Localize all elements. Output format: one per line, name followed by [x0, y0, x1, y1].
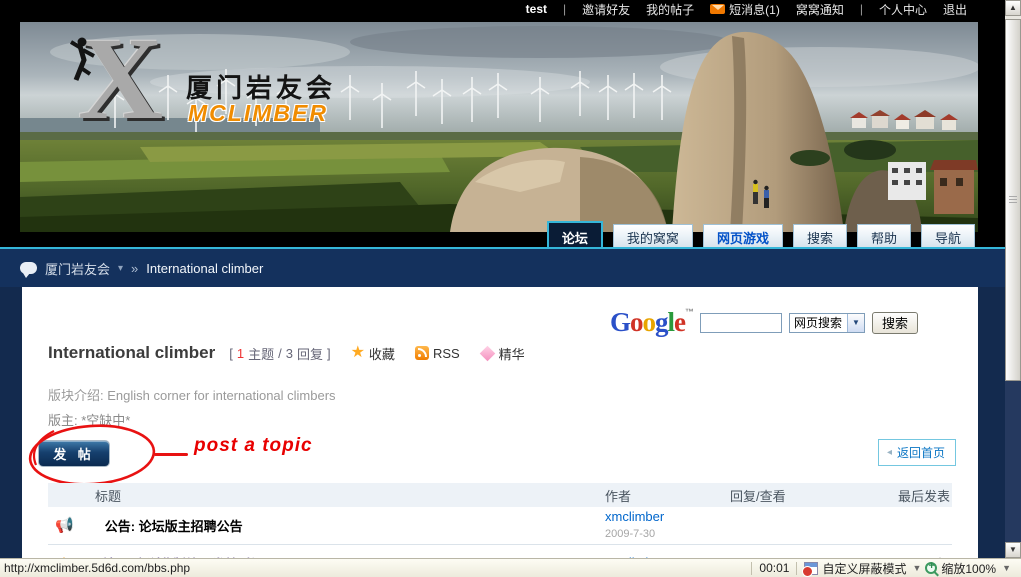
separator: | — [563, 2, 566, 16]
favorite-link[interactable]: ★ 收藏 — [351, 344, 395, 363]
chevron-down-icon[interactable]: ▼ — [1002, 563, 1011, 573]
announcement-icon: 📢 — [55, 518, 74, 533]
block-mode-control[interactable]: 自定义屏蔽模式 ▼ — [804, 560, 925, 577]
banner: X 厦门岩友会 MCLIMBER 论坛 我的窝窝 网页游戏 搜索 帮助 导航 — [0, 18, 1005, 247]
tab-navigation[interactable]: 导航 — [921, 224, 975, 247]
tab-help[interactable]: 帮助 — [857, 224, 911, 247]
table-header-row: 标题 作者 回复/查看 最后发表 — [48, 483, 952, 507]
reply-count: 3 — [286, 346, 293, 361]
status-timer: 00:01 — [759, 561, 789, 575]
select-arrow-icon[interactable]: ▼ — [847, 314, 864, 332]
mail-icon — [710, 4, 725, 14]
star-icon: ★ — [351, 345, 365, 361]
tab-my-space[interactable]: 我的窝窝 — [613, 224, 693, 247]
topic-count: 1 — [237, 346, 244, 361]
site-logo: X 厦门岩友会 MCLIMBER — [48, 34, 348, 164]
back-to-home-button[interactable]: ◂ 返回首页 — [878, 439, 956, 466]
breadcrumb: 厦门岩友会 ▾ » International climber — [0, 249, 1005, 287]
post-date: 2009-7-30 — [605, 528, 655, 540]
magnifier-icon — [925, 562, 937, 574]
breadcrumb-root[interactable]: 厦门岩友会 — [45, 259, 110, 278]
climber-icon — [66, 36, 100, 88]
speech-bubble-icon — [20, 262, 37, 274]
post-topic-button[interactable]: 发 帖 — [38, 440, 110, 467]
my-posts-link[interactable]: 我的帖子 — [646, 1, 694, 18]
digest-link[interactable]: 精华 — [480, 344, 525, 363]
topic-link[interactable]: 公告: 论坛版主招聘公告 — [105, 516, 243, 535]
google-search-bar: Google™ 网页搜索 ▼ 搜索 — [610, 307, 918, 338]
status-url: http://xmclimber.5d6d.com/bbs.php — [0, 561, 744, 575]
main-nav-tabs: 论坛 我的窝窝 网页游戏 搜索 帮助 导航 — [547, 221, 975, 247]
google-logo: Google™ — [610, 307, 693, 338]
google-search-input[interactable] — [700, 313, 782, 333]
zoom-control[interactable]: 缩放100% ▼ — [925, 560, 1021, 577]
scrollbar-thumb[interactable] — [1005, 19, 1021, 381]
top-user-bar: test | 邀请好友 我的帖子 短消息(1) 窝窝通知 | 个人中心 退出 — [0, 0, 1005, 18]
rss-icon — [415, 346, 429, 360]
banner-photo: X 厦门岩友会 MCLIMBER — [20, 22, 978, 232]
forum-intro: 版块介绍: English corner for international c… — [48, 385, 336, 404]
scroll-up-button[interactable]: ▲ — [1005, 0, 1021, 16]
search-scope-select[interactable]: 网页搜索 ▼ — [789, 313, 865, 333]
breadcrumb-separator: » — [131, 261, 138, 276]
vertical-scrollbar[interactable]: ▲ ▼ — [1005, 0, 1021, 558]
tab-search[interactable]: 搜索 — [793, 224, 847, 247]
messages-link[interactable]: 短消息(1) — [710, 1, 780, 18]
tab-forum[interactable]: 论坛 — [547, 221, 603, 247]
author-link[interactable]: xmclimber — [605, 509, 664, 524]
chevron-down-icon[interactable]: ▼ — [912, 563, 921, 573]
header-title: 标题 — [48, 486, 605, 505]
forum-header: International climber [ 1 主题 / 3 回复 ] ★ … — [48, 343, 525, 363]
table-row: 📢 公告: 论坛版主招聘公告 xmclimber 2009-7-30 — [48, 507, 952, 545]
breadcrumb-current: International climber — [146, 261, 263, 276]
header-lastpost: 最后发表 — [842, 486, 952, 505]
separator: | — [860, 2, 863, 16]
main-area: Google™ 网页搜索 ▼ 搜索 International climber … — [0, 287, 1005, 558]
separator — [796, 562, 797, 575]
invite-friends-link[interactable]: 邀请好友 — [582, 1, 630, 18]
username: test — [526, 2, 547, 16]
scroll-down-button[interactable]: ▼ — [1005, 542, 1021, 558]
content-panel: Google™ 网页搜索 ▼ 搜索 International climber … — [22, 287, 978, 558]
user-center-link[interactable]: 个人中心 — [879, 1, 927, 18]
forum-title: International climber — [48, 343, 215, 363]
annotation-connector-line — [154, 453, 188, 456]
thumb-grip — [1009, 196, 1017, 203]
forum-stats: [ 1 主题 / 3 回复 ] — [229, 344, 330, 363]
left-arrow-icon: ◂ — [887, 447, 892, 458]
block-mode-icon — [804, 562, 818, 575]
notifications-link[interactable]: 窝窝通知 — [796, 1, 844, 18]
logo-english-text: MCLIMBER — [188, 100, 328, 127]
logout-link[interactable]: 退出 — [943, 1, 967, 18]
google-search-button[interactable]: 搜索 — [872, 312, 918, 334]
forum-moderator: 版主: *空缺中* — [48, 410, 130, 429]
gem-icon — [479, 345, 495, 361]
separator — [751, 562, 752, 575]
header-author: 作者 — [605, 486, 730, 505]
status-bar: http://xmclimber.5d6d.com/bbs.php 00:01 … — [0, 558, 1021, 577]
tab-web-games[interactable]: 网页游戏 — [703, 224, 783, 247]
rss-link[interactable]: RSS — [415, 346, 460, 361]
annotation-text: post a topic — [194, 435, 313, 457]
chevron-down-icon[interactable]: ▾ — [118, 263, 123, 274]
header-replies: 回复/查看 — [730, 486, 842, 505]
